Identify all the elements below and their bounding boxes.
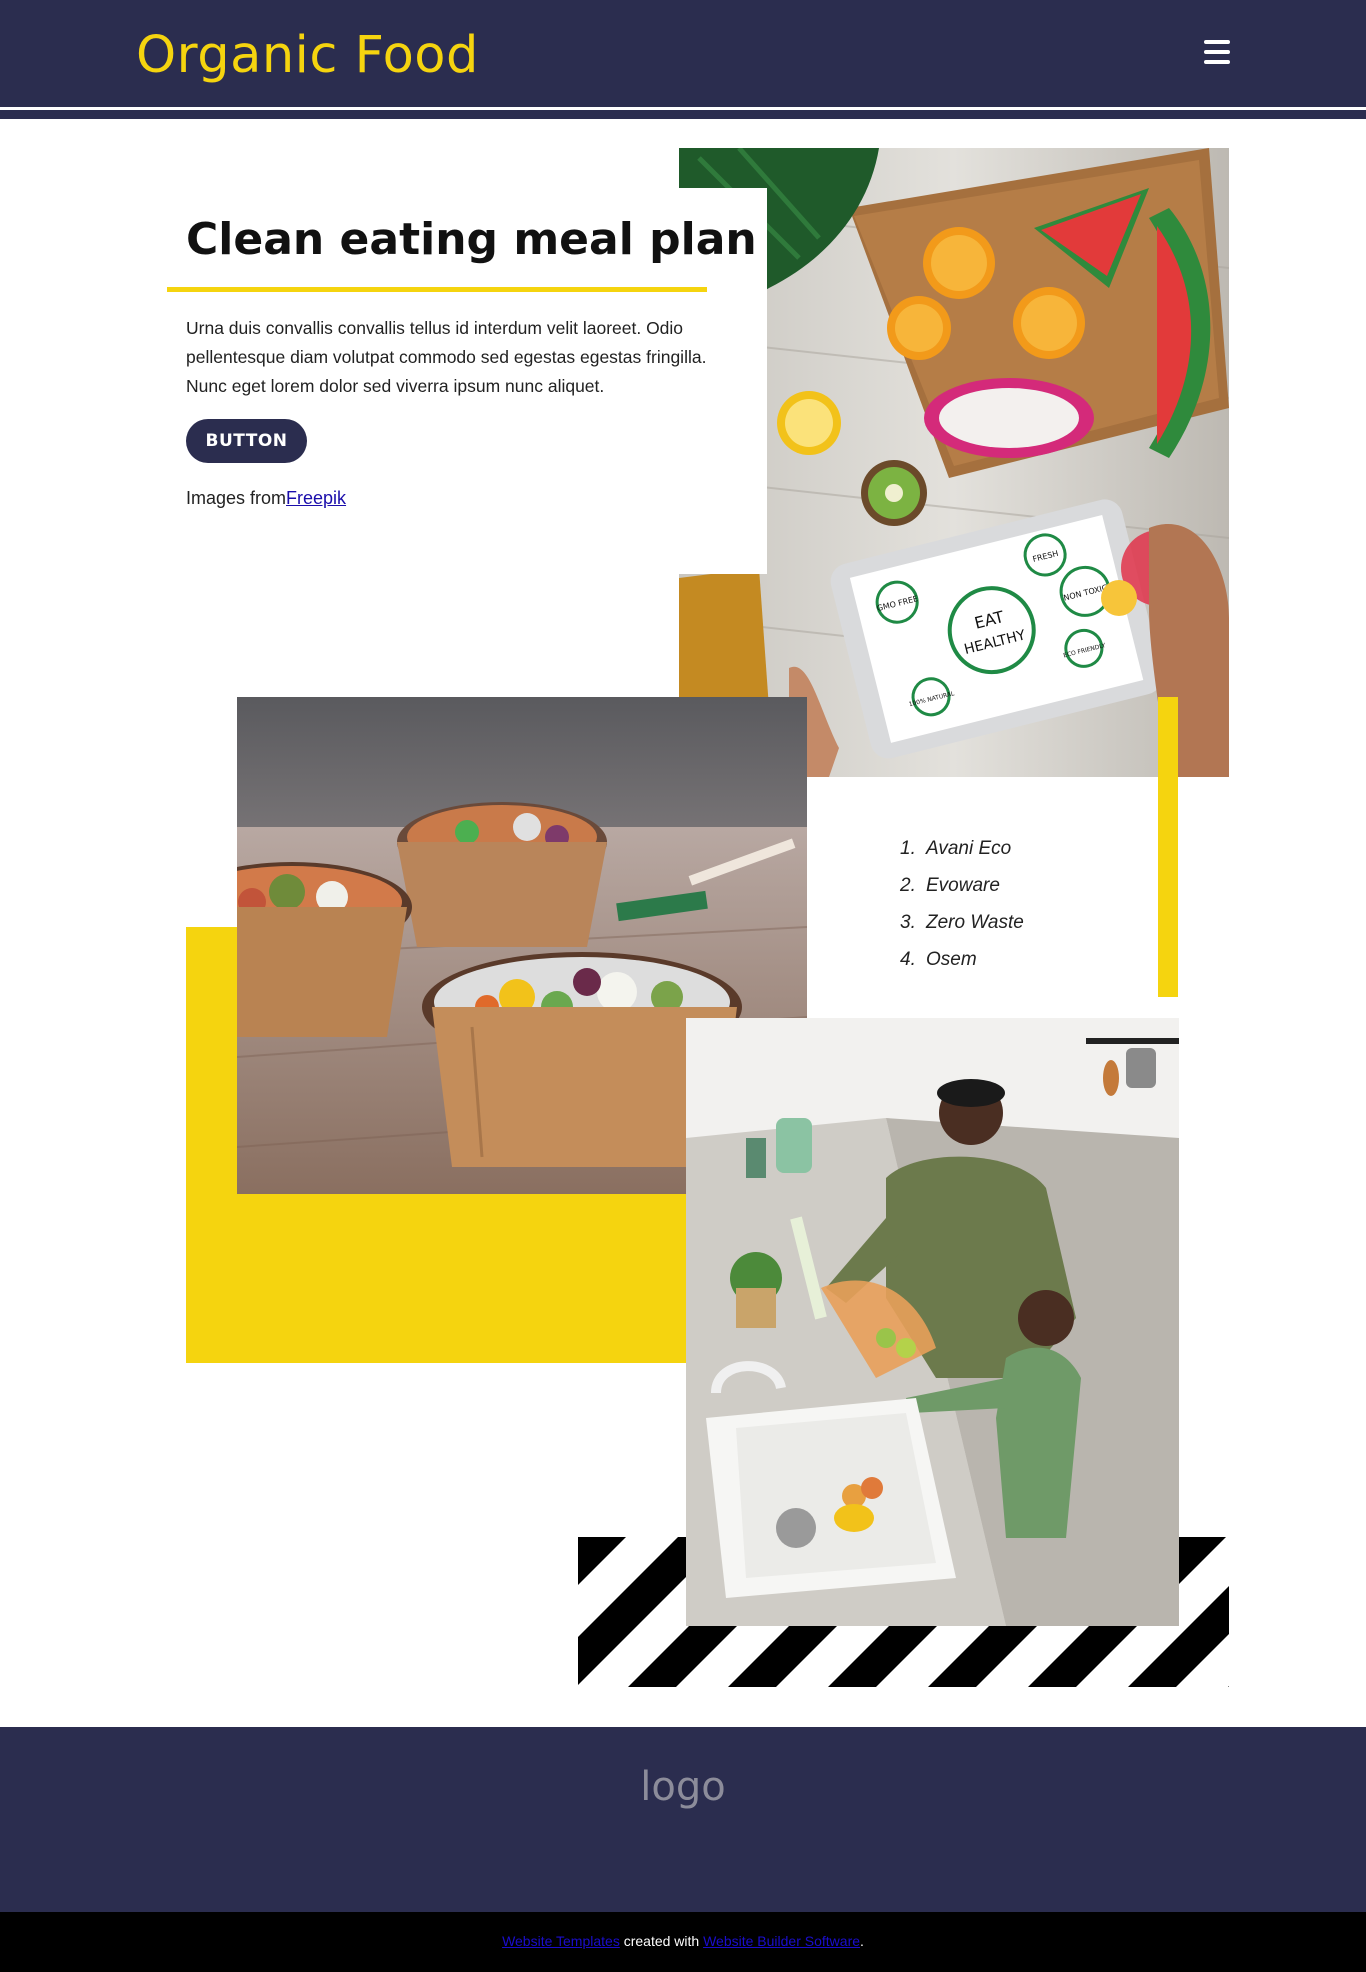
hero-paragraph: Urna duis convallis convallis tellus id … bbox=[186, 318, 707, 396]
brand-list: 1. Avani Eco 2. Evoware 3. Zero Waste 4. Ose… bbox=[900, 830, 1024, 978]
website-templates-link[interactable]: Website Templates bbox=[502, 1933, 620, 1949]
hero-heading: Clean eating meal plan bbox=[186, 214, 757, 265]
hamburger-icon[interactable] bbox=[1204, 40, 1230, 64]
site-title[interactable]: Organic Food bbox=[136, 20, 479, 92]
heading-underline bbox=[167, 287, 707, 292]
website-builder-link[interactable]: Website Builder Software bbox=[703, 1933, 860, 1949]
header-divider bbox=[0, 110, 1366, 119]
photo-kitchen-family bbox=[686, 1018, 1179, 1626]
image-credit: Images fromFreepik bbox=[186, 485, 346, 511]
yellow-accent-bar bbox=[1158, 697, 1178, 997]
freepik-link[interactable]: Freepik bbox=[286, 488, 346, 508]
hero-button[interactable]: BUTTON bbox=[186, 419, 307, 463]
list-item: 1. Avani Eco bbox=[900, 838, 1012, 859]
bottom-middle-text: created with bbox=[619, 1933, 704, 1949]
list-item: 2. Evoware bbox=[900, 875, 1000, 896]
bottom-credits: Website Templates created with Website B… bbox=[0, 1930, 1366, 1952]
list-item: 3. Zero Waste bbox=[900, 912, 1024, 933]
list-item: 4. Osem bbox=[900, 949, 977, 970]
bottom-end-text: . bbox=[860, 1933, 864, 1949]
site-header: Organic Food bbox=[0, 0, 1366, 107]
footer-logo[interactable]: logo bbox=[0, 1752, 1366, 1822]
image-credit-prefix: Images from bbox=[186, 488, 287, 508]
